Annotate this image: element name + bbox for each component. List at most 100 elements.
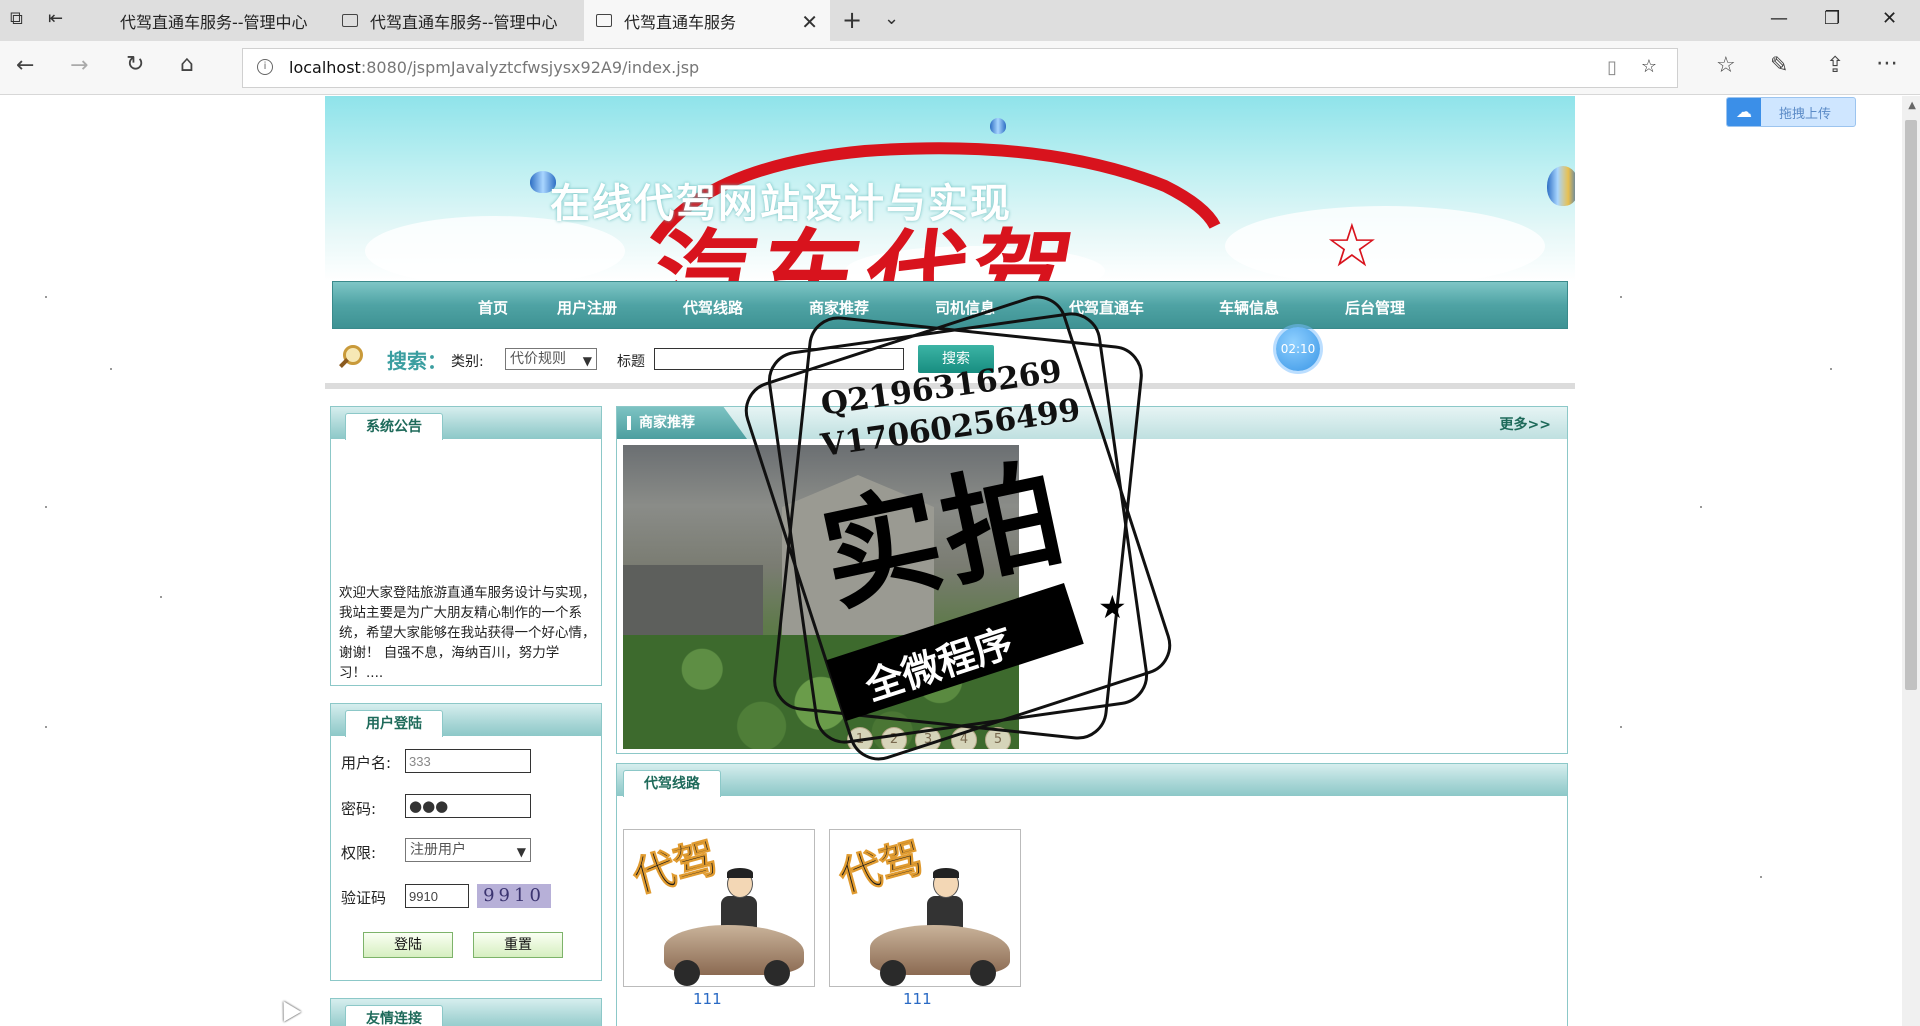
background-dot <box>45 506 47 508</box>
category-select[interactable]: 代价规则 ▼ <box>505 348 597 370</box>
slide-dot[interactable]: 5 <box>985 727 1011 749</box>
notice-title: 系统公告 <box>345 413 443 440</box>
home-icon[interactable]: ⌂ <box>180 54 194 76</box>
login-title: 用户登陆 <box>345 710 443 737</box>
background-dot <box>45 296 47 298</box>
back-arrow-icon[interactable]: ← <box>16 55 34 77</box>
panel-header: 系统公告 <box>331 407 601 440</box>
panel-header: 代驾线路 <box>617 764 1567 797</box>
nav-drive-express[interactable]: 代驾直通车 <box>1069 297 1144 318</box>
restore-icon[interactable]: ❐ <box>1824 8 1840 29</box>
merchant-panel: 商家推荐 更多>> 1 2 3 4 5 <box>616 406 1568 754</box>
tab-set-aside-icon[interactable]: ⧉ <box>10 10 23 28</box>
reading-view-icon[interactable]: ▯ <box>1607 59 1617 77</box>
slide-dot[interactable]: 4 <box>951 727 977 749</box>
password-label: 密码: <box>341 800 377 818</box>
more-options-icon[interactable]: ⋯ <box>1876 53 1898 75</box>
password-input[interactable]: ●●● <box>405 794 531 818</box>
nav-home[interactable]: 首页 <box>478 297 508 318</box>
timer-badge[interactable]: 02:10 <box>1276 327 1320 371</box>
favorite-star-icon[interactable]: ☆ <box>1641 58 1657 76</box>
drag-upload-button[interactable]: ☁ 拖拽上传 <box>1726 97 1856 127</box>
background-dot <box>1620 296 1622 298</box>
tab-preview-icon[interactable]: ⇤ <box>48 10 63 28</box>
background-dot <box>110 368 112 370</box>
slide-dot[interactable]: 2 <box>881 727 907 749</box>
browser-tab-3-active[interactable]: 代驾直通车服务 ✕ <box>584 0 830 41</box>
tab-title: 代驾直通车服务--管理中心 <box>370 12 558 32</box>
merchant-slideshow-image[interactable]: 1 2 3 4 5 <box>623 445 1019 749</box>
role-select[interactable]: 注册用户 ▼ <box>405 838 531 862</box>
chevron-down-icon: ▼ <box>582 354 592 368</box>
url-text: localhost:8080/jspmJavalyztcfwsjysx92A9/… <box>289 58 700 77</box>
chevron-down-icon[interactable]: ⌄ <box>884 10 899 28</box>
captcha-image[interactable]: 9910 <box>477 884 551 908</box>
browser-tab-1[interactable]: 代驾直通车服务--管理中心 <box>84 0 324 41</box>
driver-figure <box>719 868 759 930</box>
minimize-icon[interactable]: — <box>1770 8 1788 29</box>
driver-suit <box>721 896 757 928</box>
refresh-icon[interactable]: ↻ <box>126 54 144 76</box>
reset-button[interactable]: 重置 <box>473 932 563 958</box>
close-tab-icon[interactable]: ✕ <box>801 10 818 34</box>
login-button[interactable]: 登陆 <box>363 932 453 958</box>
slide-dot[interactable]: 3 <box>915 727 941 749</box>
nav-register[interactable]: 用户注册 <box>557 297 617 318</box>
slide-dot[interactable]: 1 <box>847 727 873 749</box>
login-panel: 用户登陆 用户名: 密码: ●●● 权限: 注册用户 ▼ 验证码 9910 登陆… <box>330 703 602 981</box>
captcha-input[interactable] <box>405 884 469 908</box>
favorites-icon[interactable]: ☆ <box>1716 55 1736 77</box>
pen-icon[interactable]: ✎ <box>1770 55 1788 77</box>
title-label: 标题 <box>617 354 645 370</box>
more-link[interactable]: 更多>> <box>1500 414 1551 434</box>
new-tab-icon[interactable]: + <box>842 8 862 32</box>
routes-panel: 代驾线路 代驾 111 代驾 111 <box>616 763 1568 1026</box>
links-title: 友情连接 <box>345 1005 443 1026</box>
username-label: 用户名: <box>341 754 392 772</box>
search-bar: 搜索： 类别: 代价规则 ▼ 标题 搜索 <box>325 331 1575 389</box>
search-button[interactable]: 搜索 <box>918 345 994 373</box>
close-window-icon[interactable]: ✕ <box>1882 8 1897 29</box>
nav-merchants[interactable]: 商家推荐 <box>809 297 869 318</box>
chevron-down-icon: ▼ <box>516 845 526 859</box>
site-title: 在线代驾网站设计与实现 <box>550 181 1012 227</box>
nav-drivers[interactable]: 司机信息 <box>935 297 995 318</box>
vertical-scrollbar[interactable]: ▲ <box>1902 96 1920 1026</box>
background-dot <box>160 596 162 598</box>
scroll-up-arrow-icon[interactable]: ▲ <box>1908 100 1916 111</box>
building-shape <box>623 565 763 645</box>
role-selected-value: 注册用户 <box>410 842 466 858</box>
cloud-decoration <box>1225 206 1545 281</box>
search-heading: 搜索： <box>387 349 447 373</box>
forward-arrow-icon[interactable]: → <box>70 55 88 77</box>
site-info-icon[interactable]: i <box>257 59 273 75</box>
username-input[interactable] <box>405 749 531 773</box>
route-label[interactable]: 111 <box>903 990 932 1008</box>
main-nav: 首页 用户注册 代驾线路 商家推荐 司机信息 代驾直通车 车辆信息 后台管理 <box>332 281 1568 329</box>
browser-tab-2[interactable]: 代驾直通车服务--管理中心 <box>330 0 580 41</box>
category-selected-value: 代价规则 <box>510 351 566 367</box>
route-card-image[interactable]: 代驾 <box>829 829 1021 987</box>
nav-admin[interactable]: 后台管理 <box>1345 297 1405 318</box>
balloon-decoration <box>1547 166 1575 206</box>
route-label[interactable]: 111 <box>693 990 722 1008</box>
route-image-text: 代驾 <box>833 832 928 902</box>
nav-vehicles[interactable]: 车辆信息 <box>1219 297 1279 318</box>
wheel-shape <box>674 960 700 986</box>
browser-address-bar: ← → ↻ ⌂ i localhost:8080/jspmJavalyztcfw… <box>0 41 1920 95</box>
notice-text: 欢迎大家登陆旅游直通车服务设计与实现，我站主要是为广大朋友精心制作的一个系统，希… <box>339 585 596 681</box>
wheel-shape <box>970 960 996 986</box>
scroll-thumb[interactable] <box>1905 120 1917 690</box>
background-dot <box>1700 506 1702 508</box>
route-card-image[interactable]: 代驾 <box>623 829 815 987</box>
nav-routes[interactable]: 代驾线路 <box>683 297 743 318</box>
driver-hair <box>727 868 753 878</box>
captcha-label: 验证码 <box>341 889 387 907</box>
title-input[interactable] <box>654 348 904 370</box>
background-dot <box>1760 876 1762 878</box>
page-icon <box>342 14 358 27</box>
share-icon[interactable]: ⇪ <box>1826 55 1844 77</box>
url-field[interactable]: i localhost:8080/jspmJavalyztcfwsjysx92A… <box>242 48 1678 88</box>
panel-header: 友情连接 <box>331 999 601 1026</box>
tab-title: 代驾直通车服务--管理中心 <box>120 12 308 32</box>
